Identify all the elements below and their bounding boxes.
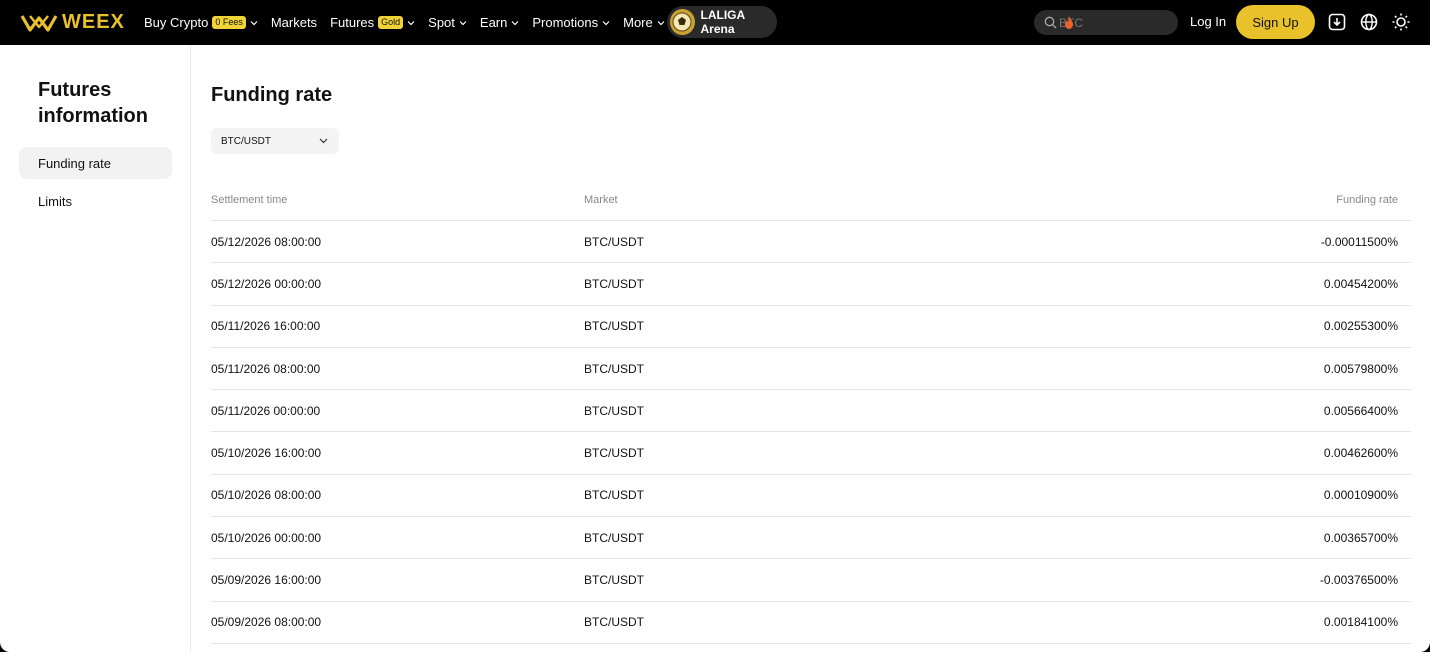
market-cell: BTC/USDT: [584, 573, 644, 588]
nav-label: Buy Crypto: [144, 15, 209, 30]
table-row: 05/11/2026 08:00:00 BTC/USDT 0.00579800%: [211, 348, 1411, 391]
sidebar-title: Futures information: [38, 79, 148, 127]
search-box[interactable]: [1034, 10, 1178, 35]
nav-label: Futures: [330, 15, 375, 30]
funding-rate-cell: 0.00365700%: [1323, 530, 1398, 545]
funding-rate-cell: -0.00011500%: [1320, 234, 1398, 249]
nav-label: More: [623, 15, 653, 30]
funding-rate-cell: 0.00184100%: [1323, 615, 1398, 630]
market-cell: BTC/USDT: [584, 530, 644, 545]
pair-select[interactable]: BTC/USDT: [211, 128, 339, 154]
funding-rate-cell: 0.00462600%: [1323, 446, 1398, 461]
fees-badge: 0 Fees: [212, 16, 246, 29]
column-header-market: Market: [584, 193, 618, 206]
table-header: Settlement time Market Funding rate: [211, 179, 1411, 221]
weex-logo-icon: [20, 14, 58, 32]
table-row: 05/11/2026 16:00:00 BTC/USDT 0.00255300%: [211, 306, 1411, 348]
nav-label: Promotions: [532, 15, 599, 30]
sidebar-item-label: Funding rate: [38, 155, 111, 171]
main-nav: Buy Crypto 0 Fees Markets Futures Gold S…: [144, 0, 678, 45]
settlement-time-cell: 05/10/2026 16:00:00: [211, 446, 322, 461]
market-cell: BTC/USDT: [584, 276, 644, 291]
funding-rate-cell: 0.00566400%: [1323, 403, 1398, 418]
nav-label: Earn: [479, 15, 508, 30]
settlement-time-cell: 05/10/2026 08:00:00: [211, 488, 322, 503]
search-input[interactable]: [1059, 15, 1169, 30]
nav-markets[interactable]: Markets: [271, 15, 317, 30]
login-link[interactable]: Log In: [1190, 14, 1226, 29]
laliga-label: LALIGA Arena: [700, 8, 745, 36]
market-cell: BTC/USDT: [584, 403, 644, 418]
brand-name: WEEX: [62, 11, 125, 33]
table-row: 05/09/2026 08:00:00 BTC/USDT 0.00184100%: [211, 602, 1411, 644]
sidebar-item-limits[interactable]: Limits: [19, 185, 172, 217]
nav-label: Markets: [270, 15, 318, 30]
table-row: 05/09/2026 16:00:00 BTC/USDT -0.00376500%: [211, 559, 1411, 602]
settlement-time-cell: 05/11/2026 16:00:00: [211, 319, 321, 334]
theme-sun-icon[interactable]: [1391, 12, 1411, 32]
settlement-time-cell: 05/09/2026 08:00:00: [211, 615, 322, 630]
funding-rate-table: Settlement time Market Funding rate 05/1…: [211, 179, 1411, 644]
sidebar: Futures information Funding rate Limits: [0, 45, 191, 652]
globe-icon[interactable]: [1359, 12, 1379, 32]
funding-rate-cell: 0.00579800%: [1323, 361, 1398, 376]
funding-rate-cell: 0.00010900%: [1323, 488, 1398, 503]
soccer-ball-icon: [670, 9, 695, 35]
chevron-down-icon: [250, 20, 258, 25]
market-cell: BTC/USDT: [584, 319, 644, 334]
nav-earn[interactable]: Earn: [480, 15, 519, 30]
column-header-settlement-time: Settlement time: [211, 193, 288, 206]
page-content: Futures information Funding rate Limits …: [0, 45, 1430, 652]
table-row: 05/10/2026 00:00:00 BTC/USDT 0.00365700%: [211, 517, 1411, 560]
funding-rate-cell: -0.00376500%: [1319, 573, 1398, 588]
market-cell: BTC/USDT: [584, 446, 644, 461]
search-icon: [1044, 16, 1057, 29]
settlement-time-cell: 05/12/2026 08:00:00: [211, 234, 322, 249]
selected-pair: BTC/USDT: [221, 135, 271, 147]
funding-rate-cell: 0.00255300%: [1323, 319, 1398, 334]
signup-button[interactable]: Sign Up: [1236, 5, 1315, 39]
funding-rate-cell: 0.00454200%: [1323, 276, 1398, 291]
weex-logo[interactable]: WEEX: [20, 11, 125, 34]
chevron-down-icon: [407, 20, 415, 25]
table-row: 05/12/2026 00:00:00 BTC/USDT 0.00454200%: [211, 263, 1411, 306]
main-panel: Funding rate BTC/USDT Settlement time Ma…: [211, 45, 1411, 652]
chevron-down-icon: [511, 20, 519, 25]
nav-buy-crypto[interactable]: Buy Crypto 0 Fees: [144, 15, 258, 30]
settlement-time-cell: 05/09/2026 16:00:00: [211, 573, 322, 588]
market-cell: BTC/USDT: [584, 488, 644, 503]
nav-futures[interactable]: Futures Gold: [330, 15, 415, 30]
nav-more[interactable]: More: [623, 15, 665, 30]
nav-promotions[interactable]: Promotions: [532, 15, 610, 30]
laliga-arena-button[interactable]: LALIGA Arena: [667, 6, 777, 38]
page-title: Funding rate: [211, 84, 333, 106]
settlement-time-cell: 05/11/2026 00:00:00: [211, 403, 321, 418]
table-row: 05/12/2026 08:00:00 BTC/USDT -0.00011500%: [211, 221, 1411, 264]
table-row: 05/10/2026 16:00:00 BTC/USDT 0.00462600%: [211, 432, 1411, 475]
chevron-down-icon: [657, 20, 665, 25]
chevron-down-icon: [459, 20, 467, 25]
market-cell: BTC/USDT: [584, 234, 644, 249]
fire-icon: [1065, 16, 1073, 29]
settlement-time-cell: 05/10/2026 00:00:00: [211, 530, 322, 545]
table-body: 05/12/2026 08:00:00 BTC/USDT -0.00011500% 0…: [211, 221, 1411, 644]
settlement-time-cell: 05/11/2026 08:00:00: [211, 361, 321, 376]
market-cell: BTC/USDT: [584, 361, 644, 376]
download-icon[interactable]: [1327, 12, 1347, 32]
table-row: 05/11/2026 00:00:00 BTC/USDT 0.00566400%: [211, 390, 1411, 433]
sidebar-item-funding-rate[interactable]: Funding rate: [19, 147, 172, 179]
gold-badge: Gold: [378, 16, 404, 29]
market-cell: BTC/USDT: [584, 615, 644, 630]
column-header-funding-rate: Funding rate: [1336, 193, 1398, 206]
nav-label: Spot: [428, 15, 455, 30]
settlement-time-cell: 05/12/2026 00:00:00: [211, 276, 322, 291]
nav-spot[interactable]: Spot: [428, 15, 467, 30]
chevron-down-icon: [319, 138, 328, 144]
sidebar-item-label: Limits: [38, 193, 72, 209]
table-row: 05/10/2026 08:00:00 BTC/USDT 0.00010900%: [211, 475, 1411, 518]
chevron-down-icon: [602, 20, 610, 25]
top-navigation-bar: WEEX Buy Crypto 0 Fees Markets Futures G…: [0, 0, 1430, 45]
